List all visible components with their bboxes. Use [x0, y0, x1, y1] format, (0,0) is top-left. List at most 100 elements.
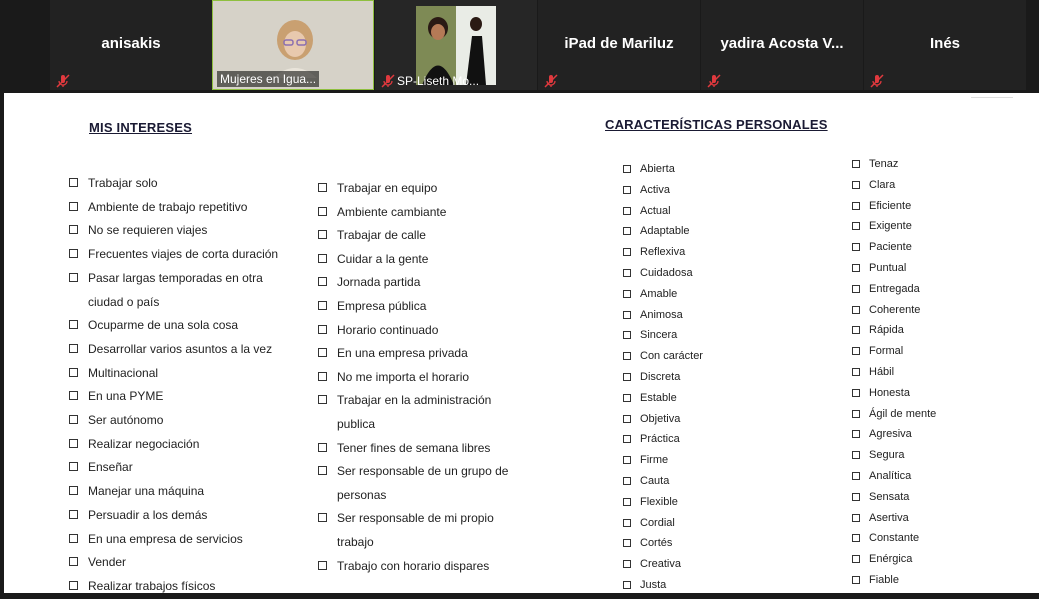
checklist-item-label: Sensata	[869, 490, 910, 503]
checklist-item-label: Cortés	[640, 537, 673, 550]
interests-list-2: Trabajar en equipo Ambiente cambiante Trab…	[318, 177, 508, 578]
checklist-item: Flexible	[623, 492, 703, 513]
shared-document: MIS INTERESES CARACTERÍSTICAS PERSONALES…	[4, 93, 1039, 593]
checklist-item: Ser responsable de un grupo de	[318, 460, 508, 484]
checkbox-icon	[69, 225, 78, 235]
checkbox-icon	[623, 248, 631, 257]
checklist-item-label: Formal	[869, 345, 904, 358]
checklist-item-continuation: ciudad o país	[69, 291, 278, 315]
checklist-item: Exigente	[852, 216, 936, 237]
participant-tile[interactable]: yadira Acosta V...	[701, 0, 863, 90]
checklist-item: Trabajo con horario dispares	[318, 555, 508, 579]
checklist-item-label: Jornada partida	[337, 275, 421, 290]
checklist-item: Amable	[623, 284, 703, 305]
checklist-item-label: Persuadir a los demás	[88, 507, 208, 522]
checklist-item-label: Tener fines de semana libres	[337, 440, 491, 455]
checklist-item-label: Hábil	[869, 365, 895, 378]
participant-video-tile[interactable]: SP-Liseth Mo...	[375, 0, 537, 90]
checklist-item-label: Cordial	[640, 516, 675, 529]
checklist-item: Vender	[69, 551, 278, 575]
checkbox-icon	[852, 305, 860, 314]
checklist-item: Práctica	[623, 429, 703, 450]
checklist-item-label: publica	[337, 416, 376, 431]
participant-tile[interactable]: anisakis	[50, 0, 212, 90]
checklist-item-label: Realizar negociación	[88, 436, 200, 451]
checklist-item-label: Abierta	[640, 163, 675, 175]
checklist-item: Hábil	[852, 362, 936, 383]
checkbox-icon	[69, 343, 78, 353]
checklist-item-label: Estable	[640, 391, 677, 404]
checkbox-icon	[852, 555, 860, 564]
traits-heading: CARACTERÍSTICAS PERSONALES	[605, 117, 828, 132]
checkbox-icon	[623, 497, 631, 506]
checkbox-icon	[623, 206, 631, 215]
checklist-item: Empresa pública	[318, 295, 508, 319]
participant-name: Mujeres en Igua...	[217, 71, 320, 87]
checkbox-icon	[623, 268, 631, 277]
divider	[971, 97, 1013, 98]
checklist-item: Ágil de mente	[852, 404, 936, 425]
checklist-item-label: Ser responsable de mi propio	[337, 511, 494, 526]
checklist-item: Asertiva	[852, 508, 936, 529]
checklist-item: Persuadir a los demás	[69, 504, 278, 528]
checkbox-icon	[623, 456, 631, 465]
checkbox-icon	[852, 451, 860, 460]
checkbox-icon	[69, 438, 78, 448]
checkbox-icon	[623, 185, 631, 194]
checkbox-icon	[623, 165, 631, 173]
checklist-item-label: Amable	[640, 287, 678, 300]
checklist-item-label: Práctica	[640, 433, 680, 446]
checklist-item: Ser responsable de mi propio	[318, 507, 508, 531]
checklist-item: Rápida	[852, 320, 936, 341]
muted-mic-icon	[56, 74, 70, 88]
checkbox-icon	[623, 352, 631, 361]
checkbox-icon	[852, 513, 860, 522]
checklist-item-label: Trabajar en la administración	[337, 393, 492, 408]
checkbox-icon	[623, 414, 631, 423]
checklist-item-label: Justa	[640, 578, 667, 591]
checklist-item-label: Ambiente de trabajo repetitivo	[88, 199, 248, 214]
checkbox-icon	[69, 272, 78, 282]
participant-video-tile-active[interactable]: Mujeres en Igua...	[212, 0, 374, 90]
checklist-item-label: Cuidadosa	[640, 266, 693, 279]
checklist-item: Enseñar	[69, 456, 278, 480]
muted-mic-icon	[707, 74, 721, 88]
checkbox-icon	[852, 388, 860, 397]
checklist-item: Clara	[852, 175, 936, 196]
checklist-item: Reflexiva	[623, 242, 703, 263]
checklist-item-label: Firme	[640, 454, 669, 467]
checkbox-icon	[852, 471, 860, 480]
checklist-item-label: Empresa pública	[337, 298, 427, 313]
checkbox-icon	[623, 289, 631, 298]
checkbox-icon	[852, 409, 860, 418]
checklist-item-label: Desarrollar varios asuntos a la vez	[88, 341, 273, 356]
participant-video-image	[269, 14, 321, 78]
checklist-item-label: Frecuentes viajes de corta duración	[88, 247, 279, 262]
checkbox-icon	[623, 310, 631, 319]
checkbox-icon	[852, 160, 860, 168]
checklist-item: Trabajar en equipo	[318, 177, 508, 201]
checklist-item-label: Trabajo con horario dispares	[337, 558, 490, 573]
checkbox-icon	[852, 222, 860, 231]
checklist-item-label: Trabajar en equipo	[337, 181, 438, 195]
checkbox-icon	[318, 253, 327, 263]
participant-tile[interactable]: Inés	[864, 0, 1026, 90]
muted-mic-icon	[870, 74, 884, 88]
checklist-item-label: Animosa	[640, 308, 683, 321]
checklist-item: Ambiente cambiante	[318, 201, 508, 225]
checklist-item: Horario continuado	[318, 319, 508, 343]
checkbox-icon	[69, 415, 78, 425]
checklist-item: Multinacional	[69, 362, 278, 386]
checklist-item: Animosa	[623, 305, 703, 326]
checklist-item-label: Enseñar	[88, 460, 133, 475]
checkbox-icon	[318, 324, 327, 334]
checkbox-icon	[69, 201, 78, 211]
checklist-item-label: Constante	[869, 532, 920, 545]
checklist-item-label: Cauta	[640, 474, 670, 487]
checklist-item: Eficiente	[852, 196, 936, 217]
checklist-item: Ambiente de trabajo repetitivo	[69, 196, 278, 220]
participant-tile[interactable]: iPad de Mariluz	[538, 0, 700, 90]
checklist-item: Honesta	[852, 383, 936, 404]
checklist-item: Constante	[852, 528, 936, 549]
checklist-item: Ser autónomo	[69, 409, 278, 433]
